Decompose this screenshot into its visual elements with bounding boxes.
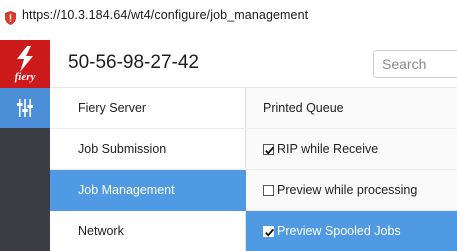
menu-item-label: Job Management xyxy=(78,183,175,197)
option-printed-queue[interactable]: Printed Queue xyxy=(246,88,457,129)
menu-item-label: Fiery Server xyxy=(78,101,147,115)
option-label: Preview Spooled Jobs xyxy=(277,224,401,238)
checkmark-icon xyxy=(265,146,274,155)
menu-item-label: Job Submission xyxy=(78,142,167,156)
device-id-title: 50-56-98-27-42 xyxy=(68,52,199,73)
sliders-icon xyxy=(17,99,33,117)
app-header: fiery 50-56-98-27-42 Search xyxy=(0,40,457,88)
menu-item-fiery-server[interactable]: Fiery Server xyxy=(50,88,246,129)
menu-item-network[interactable]: Network xyxy=(50,211,246,251)
configure-nav-button[interactable] xyxy=(0,88,50,128)
search-input[interactable]: Search xyxy=(373,50,457,78)
option-label: RIP while Receive xyxy=(277,142,379,156)
preview-spooled-jobs-checkbox[interactable] xyxy=(263,226,274,237)
preview-while-processing-checkbox[interactable] xyxy=(263,185,274,196)
option-rip-while-receive[interactable]: RIP while Receive xyxy=(246,129,457,170)
menu-item-job-submission[interactable]: Job Submission xyxy=(50,129,246,170)
option-preview-spooled-jobs[interactable]: Preview Spooled Jobs xyxy=(246,211,457,251)
fiery-logo[interactable]: fiery xyxy=(0,40,50,88)
job-management-options: Printed Queue RIP while Receive Preview … xyxy=(246,88,457,251)
option-label: Preview while processing xyxy=(277,183,418,197)
url-text[interactable]: https://10.3.184.64/wt4/configure/job_ma… xyxy=(22,8,308,22)
logo-text: fiery xyxy=(14,71,36,83)
option-label: Printed Queue xyxy=(263,101,344,115)
rip-while-receive-checkbox[interactable] xyxy=(263,144,274,155)
warning-shield-icon[interactable] xyxy=(5,11,16,25)
checkmark-icon xyxy=(265,228,274,237)
menu-item-label: Network xyxy=(78,224,124,238)
fiery-flame-icon xyxy=(17,46,33,72)
option-preview-while-processing[interactable]: Preview while processing xyxy=(246,170,457,211)
category-menu: Fiery Server Job Submission Job Manageme… xyxy=(50,88,246,251)
left-icon-rail xyxy=(0,88,50,251)
menu-item-job-management[interactable]: Job Management xyxy=(50,170,246,211)
address-bar[interactable]: https://10.3.184.64/wt4/configure/job_ma… xyxy=(0,0,457,40)
search-placeholder: Search xyxy=(382,56,427,72)
